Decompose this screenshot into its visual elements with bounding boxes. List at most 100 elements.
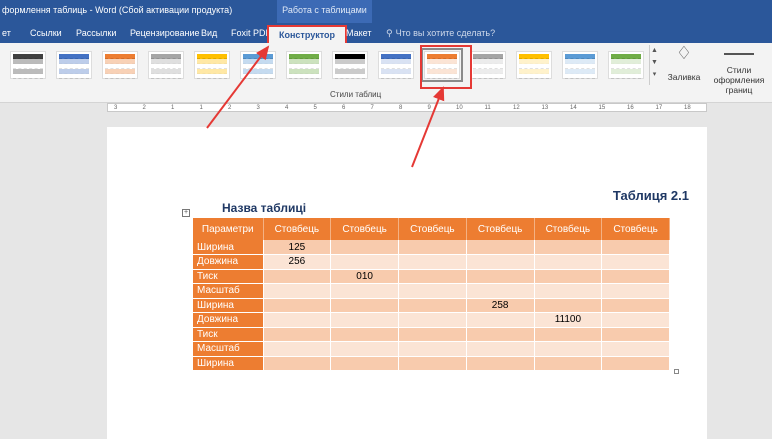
table-cell[interactable]: 11100 (534, 312, 603, 328)
table-cell[interactable] (466, 327, 535, 342)
table-style-swatch[interactable] (56, 51, 92, 79)
row-label-cell[interactable]: Довжина (193, 254, 264, 270)
table-cell[interactable]: 010 (330, 269, 399, 284)
table-cell[interactable] (263, 341, 332, 357)
table-cell[interactable] (601, 283, 670, 299)
table-style-swatch[interactable] (10, 51, 46, 79)
shading-button[interactable]: ♢ Заливка (664, 43, 704, 95)
tab-table-layout[interactable]: Макет (346, 28, 371, 38)
tab-review[interactable]: Рецензирование (130, 28, 200, 38)
table-cell[interactable] (398, 283, 467, 299)
table-cell[interactable] (330, 312, 399, 328)
table-cell[interactable] (398, 254, 467, 270)
table-cell[interactable] (466, 269, 535, 284)
table-cell[interactable] (534, 356, 603, 371)
header-parameters[interactable]: Параметри (193, 218, 264, 240)
table-cell[interactable] (534, 269, 603, 284)
table-resize-handle[interactable] (674, 369, 679, 374)
table-cell[interactable]: 125 (263, 240, 332, 255)
table-style-swatch[interactable] (148, 51, 184, 79)
table-cell[interactable] (330, 298, 399, 313)
table-cell[interactable] (601, 312, 670, 328)
tab-design[interactable]: Конструктор (267, 25, 348, 43)
table-move-handle-icon[interactable]: + (182, 209, 190, 217)
data-table[interactable]: Параметри Стовбець Стовбець Стовбець Стовбец… (193, 218, 670, 371)
header-column[interactable]: Стовбець (534, 218, 603, 240)
tab-foxit-pdf[interactable]: Foxit PDF (231, 28, 271, 38)
table-style-swatch[interactable] (332, 51, 368, 79)
table-style-swatch[interactable] (240, 51, 276, 79)
table-cell[interactable] (263, 327, 332, 342)
tab-layout-partial[interactable]: ет (2, 28, 11, 38)
table-cell[interactable] (398, 327, 467, 342)
header-column[interactable]: Стовбець (601, 218, 670, 240)
tab-mailings[interactable]: Рассылки (76, 28, 116, 38)
table-cell[interactable] (534, 240, 603, 255)
header-column[interactable]: Стовбець (466, 218, 535, 240)
table-cell[interactable] (534, 254, 603, 270)
tab-references[interactable]: Ссылки (30, 28, 62, 38)
table-cell[interactable]: 256 (263, 254, 332, 270)
table-cell[interactable] (330, 356, 399, 371)
border-styles-button[interactable]: Стили оформления границ (706, 43, 772, 95)
table-cell[interactable] (330, 341, 399, 357)
table-cell[interactable] (534, 298, 603, 313)
table-cell[interactable] (601, 341, 670, 357)
table-cell[interactable] (601, 298, 670, 313)
row-label-cell[interactable]: Масштаб (193, 283, 264, 299)
row-label-cell[interactable]: Ширина (193, 356, 264, 371)
table-cell[interactable] (534, 341, 603, 357)
table-cell[interactable] (534, 283, 603, 299)
table-cell[interactable] (330, 254, 399, 270)
tell-me-search[interactable]: ⚲ Что вы хотите сделать? (386, 28, 495, 39)
table-cell[interactable] (398, 356, 467, 371)
header-column[interactable]: Стовбець (330, 218, 399, 240)
row-label-cell[interactable]: Масштаб (193, 341, 264, 357)
table-cell[interactable] (263, 356, 332, 371)
table-cell[interactable] (263, 283, 332, 299)
table-cell[interactable] (466, 356, 535, 371)
table-style-swatch[interactable] (516, 51, 552, 79)
table-cell[interactable]: 258 (466, 298, 535, 313)
table-cell[interactable] (466, 312, 535, 328)
table-cell[interactable] (466, 240, 535, 255)
table-cell[interactable] (398, 269, 467, 284)
row-label-cell[interactable]: Тиск (193, 327, 264, 342)
table-cell[interactable] (466, 283, 535, 299)
table-cell[interactable] (398, 298, 467, 313)
document-page[interactable]: Таблиця 2.1 Назва таблиці + Параметри Сто… (107, 127, 707, 439)
table-style-swatch[interactable] (470, 51, 506, 79)
row-label-cell[interactable]: Ширина (193, 298, 264, 313)
table-cell[interactable] (466, 341, 535, 357)
row-label-cell[interactable]: Ширина (193, 240, 264, 255)
table-cell[interactable] (398, 341, 467, 357)
table-cell[interactable] (601, 269, 670, 284)
table-cell[interactable] (330, 327, 399, 342)
header-column[interactable]: Стовбець (263, 218, 332, 240)
row-label-cell[interactable]: Тиск (193, 269, 264, 284)
table-style-swatch[interactable] (562, 51, 598, 79)
table-cell[interactable] (263, 312, 332, 328)
gallery-scroll[interactable]: ▲ ▼ ▾ (649, 45, 659, 85)
table-cell[interactable] (330, 283, 399, 299)
table-style-swatch[interactable] (608, 51, 644, 79)
table-cell[interactable] (263, 298, 332, 313)
table-cell[interactable] (601, 254, 670, 270)
table-style-swatch[interactable] (286, 51, 322, 79)
chevron-up-icon[interactable]: ▲ (650, 45, 659, 57)
table-style-swatch[interactable] (102, 51, 138, 79)
table-cell[interactable] (601, 240, 670, 255)
table-cell[interactable] (534, 327, 603, 342)
horizontal-ruler[interactable]: 3 2 1 1 2 3 4 5 6 7 8 9 10 11 12 13 14 15 16 17 18 (107, 103, 707, 112)
header-column[interactable]: Стовбець (398, 218, 467, 240)
table-cell[interactable] (466, 254, 535, 270)
more-styles-icon[interactable]: ▾ (650, 69, 659, 81)
row-label-cell[interactable]: Довжина (193, 312, 264, 328)
table-cell[interactable] (398, 312, 467, 328)
table-cell[interactable] (601, 327, 670, 342)
table-style-swatch[interactable] (194, 51, 230, 79)
chevron-down-icon[interactable]: ▼ (650, 57, 659, 69)
table-cell[interactable] (263, 269, 332, 284)
tab-view[interactable]: Вид (201, 28, 217, 38)
table-cell[interactable] (398, 240, 467, 255)
